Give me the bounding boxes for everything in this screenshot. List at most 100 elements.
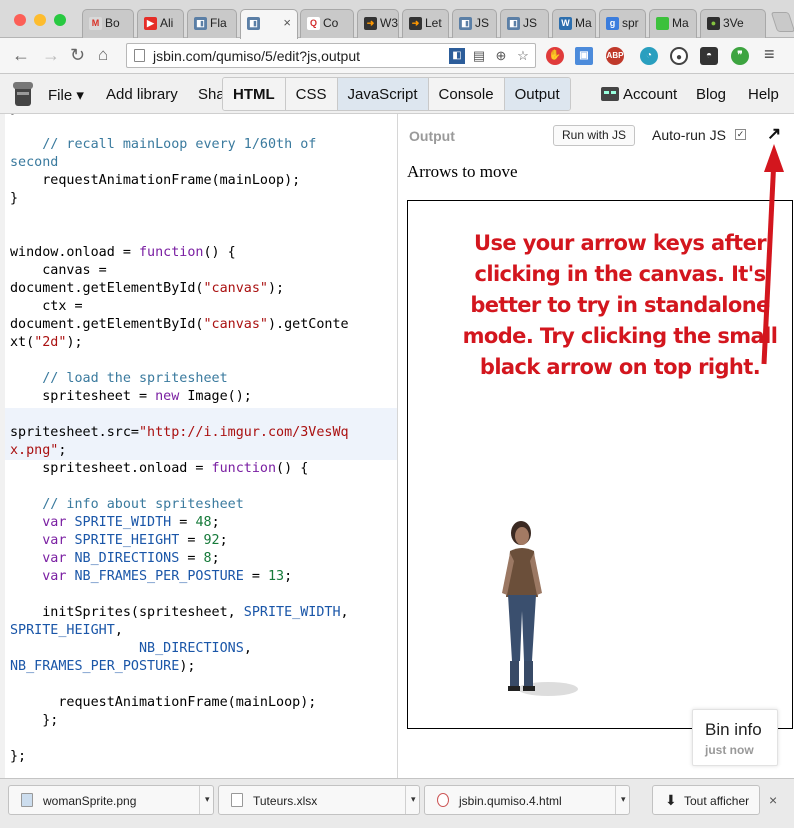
bookmark-star-icon[interactable]: ☆: [515, 48, 531, 64]
jsbin-header: File ▾ Add library Share HTML CSS JavaSc…: [0, 74, 794, 114]
code-line: // load the spritesheet: [10, 370, 228, 388]
code-token: ;: [211, 551, 220, 566]
browser-tab[interactable]: ◧ JS: [452, 9, 497, 38]
tab-javascript[interactable]: JavaScript: [337, 78, 429, 110]
browser-tab[interactable]: ◧ JS: [500, 9, 549, 38]
tab-output[interactable]: Output: [504, 78, 570, 110]
account-icon[interactable]: [601, 87, 619, 101]
browser-tab-strip: M Bo ▶ Ali ◧ Fla ◧ × Q Co ➜ W3 ➜ Let ◧ JS ◧ JS W Ma g spr Ma ● 3…: [0, 0, 794, 39]
tab-label: Ma: [672, 16, 689, 30]
tab-favicon-icon: ◧: [507, 17, 520, 30]
code-token: ctx =: [10, 299, 83, 314]
file-menu[interactable]: File ▾: [48, 86, 84, 104]
code-line: spritesheet.src="http://i.imgur.com/3Ves…: [10, 424, 349, 442]
tab-html[interactable]: HTML: [223, 78, 286, 110]
code-token: "canvas": [203, 281, 268, 296]
code-token: SPRITE_HEIGHT: [10, 623, 115, 638]
bin-info-panel[interactable]: Bin info just now: [692, 709, 778, 766]
code-line: x.png";: [10, 442, 66, 460]
reload-icon[interactable]: ↻: [70, 45, 85, 66]
code-token: // load the spritesheet: [10, 371, 228, 386]
rss-icon[interactable]: ▤: [471, 48, 487, 64]
window-minimize-button[interactable]: [34, 14, 46, 26]
browser-tab[interactable]: g spr: [599, 9, 646, 38]
hand-extension-icon[interactable]: ✋: [546, 47, 564, 65]
chevron-down-icon[interactable]: ▾: [411, 794, 416, 805]
chrome-menu-icon[interactable]: ≡: [764, 44, 775, 65]
tab-close-icon[interactable]: ×: [283, 15, 291, 30]
code-token: ;: [211, 515, 220, 530]
close-icon[interactable]: ×: [769, 792, 777, 808]
javascript-editor[interactable]: } // recall mainLoop every 1/60th of seco…: [0, 114, 398, 778]
url-text[interactable]: jsbin.com/qumiso/5/edit?js,output: [153, 48, 360, 64]
help-link[interactable]: Help: [748, 86, 779, 103]
browser-tab[interactable]: ➜ W3: [357, 9, 399, 38]
code-token: =: [179, 551, 204, 566]
browser-tab[interactable]: Q Co: [300, 9, 354, 38]
address-bar[interactable]: jsbin.com/qumiso/5/edit?js,output ◧ ▤ ⊕ …: [126, 43, 536, 68]
window-zoom-button[interactable]: [54, 14, 66, 26]
download-item-jsbin[interactable]: jsbin.qumiso.4.html ▾: [424, 785, 630, 815]
extension-flag-icon[interactable]: ◧: [449, 48, 465, 64]
code-token: x.png": [10, 443, 59, 458]
browser-tab[interactable]: Ma: [649, 9, 697, 38]
new-tab-button[interactable]: [770, 12, 794, 32]
code-token: );: [179, 659, 196, 674]
browser-tab[interactable]: M Bo: [82, 9, 134, 38]
tab-favicon-icon: ➜: [409, 17, 422, 30]
code-line: var SPRITE_HEIGHT = 92;: [10, 532, 227, 550]
chevron-down-icon[interactable]: ▾: [621, 794, 626, 805]
tab-active[interactable]: ◧ ×: [240, 9, 298, 39]
code-token: var: [42, 515, 67, 530]
zoom-icon[interactable]: ⊕: [493, 48, 509, 64]
jsbin-logo-icon[interactable]: [12, 80, 34, 108]
download-name: Tuteurs.xlsx: [253, 794, 318, 808]
page-icon: [134, 49, 145, 62]
code-token: SPRITE_HEIGHT: [74, 533, 180, 548]
show-all-downloads-button[interactable]: ⬇ Tout afficher: [652, 785, 760, 815]
code-token: new: [155, 389, 180, 404]
code-line: document.getElementById("canvas");: [10, 280, 284, 298]
code-line: var NB_DIRECTIONS = 8;: [10, 550, 220, 568]
window-close-button[interactable]: [14, 14, 26, 26]
code-line: // info about spritesheet: [10, 496, 244, 514]
browser-tab[interactable]: ▶ Ali: [137, 9, 184, 38]
code-line: ctx =: [10, 298, 83, 316]
code-line: canvas =: [10, 262, 107, 280]
code-token: ,: [243, 641, 252, 656]
code-token: spritesheet =: [10, 389, 156, 404]
wave-extension-icon[interactable]: ◔: [640, 47, 658, 65]
chevron-down-icon[interactable]: ▾: [205, 794, 210, 805]
adblock-plus-icon[interactable]: ABP: [606, 47, 624, 65]
quote-extension-icon[interactable]: ❞: [731, 47, 749, 65]
code-token: ;: [58, 443, 67, 458]
screen-capture-extension-icon[interactable]: ▣: [575, 47, 593, 65]
blog-link[interactable]: Blog: [696, 86, 726, 103]
browser-tab[interactable]: W Ma: [552, 9, 596, 38]
show-all-label: Tout afficher: [684, 794, 750, 808]
tab-console[interactable]: Console: [428, 78, 505, 110]
home-icon[interactable]: ⌂: [98, 45, 108, 65]
record-extension-icon[interactable]: ●: [670, 47, 688, 65]
tab-favicon-icon: [656, 17, 669, 30]
incognito-extension-icon[interactable]: ◓: [700, 47, 718, 65]
download-item-womansprite[interactable]: womanSprite.png ▾: [8, 785, 214, 815]
code-line: xt("2d");: [10, 334, 83, 352]
forward-arrow-icon[interactable]: →: [42, 45, 60, 66]
code-token: 8: [203, 551, 212, 566]
code-token: SPRITE_WIDTH: [74, 515, 172, 530]
browser-tab[interactable]: ◧ Fla: [187, 9, 237, 38]
code-line: requestAnimationFrame(mainLoop);: [10, 694, 316, 712]
back-arrow-icon[interactable]: ←: [12, 45, 30, 66]
divider: [615, 786, 616, 814]
code-token: "2d": [34, 335, 67, 350]
add-library-menu[interactable]: Add library: [106, 86, 178, 103]
download-item-tuteurs[interactable]: Tuteurs.xlsx ▾: [218, 785, 420, 815]
tab-label: JS: [523, 16, 538, 30]
account-menu[interactable]: Account: [623, 86, 677, 103]
browser-tab[interactable]: ● 3Ve: [700, 9, 766, 38]
browser-tab[interactable]: ➜ Let: [402, 9, 449, 38]
tab-css[interactable]: CSS: [285, 78, 338, 110]
